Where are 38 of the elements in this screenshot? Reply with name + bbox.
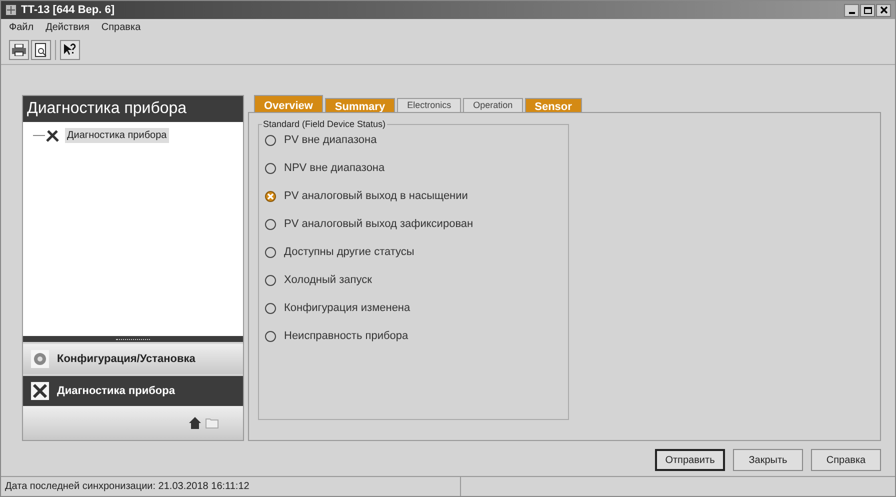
tools-icon <box>31 382 49 400</box>
minimize-button[interactable] <box>844 4 859 16</box>
help-button[interactable] <box>60 40 80 60</box>
close-icon <box>880 6 888 14</box>
home-icon[interactable] <box>189 417 201 429</box>
status-text: Дата последней синхронизации: 21.03.2018 16:11:12 <box>1 477 461 496</box>
pointer-help-icon <box>63 42 77 56</box>
window-title: TT-13 [644 Вер. 6] <box>21 2 115 18</box>
status-label: PV аналоговый выход в насыщении <box>284 188 468 204</box>
close-button[interactable] <box>876 4 891 16</box>
printer-icon <box>12 44 26 56</box>
dialog-button[interactable]: Отправить <box>655 449 725 471</box>
status-label: Холодный запуск <box>284 272 372 288</box>
status-label: Доступны другие статусы <box>284 244 414 260</box>
status-label: NPV вне диапазона <box>284 160 385 176</box>
maximize-button[interactable] <box>860 4 875 16</box>
dialog-button[interactable]: Справка <box>811 449 881 471</box>
app-icon <box>5 4 17 16</box>
tools-icon <box>45 128 61 142</box>
dialog-button[interactable]: Закрыть <box>733 449 803 471</box>
navigator-title: Диагностика прибора <box>23 96 243 122</box>
status-label: PV аналоговый выход зафиксирован <box>284 216 474 232</box>
gear-icon <box>31 350 49 368</box>
status-label: Неисправность прибора <box>284 328 408 344</box>
nav-section-button[interactable]: Диагностика прибора <box>23 376 243 406</box>
preview-icon <box>35 42 47 56</box>
tab[interactable]: Electronics <box>397 98 462 112</box>
print-button[interactable] <box>9 40 29 60</box>
status-label: Конфигурация изменена <box>284 300 410 316</box>
tree-item[interactable]: Диагностика прибора <box>65 128 169 143</box>
menu-item[interactable]: Файл <box>9 20 34 34</box>
group-title: Standard (Field Device Status) <box>262 118 387 130</box>
menu-item[interactable]: Действия <box>46 20 90 34</box>
print-preview-button[interactable] <box>31 40 51 60</box>
menu-item[interactable]: Справка <box>101 20 141 34</box>
status-label: PV вне диапазона <box>284 132 377 148</box>
nav-section-button[interactable]: Конфигурация/Установка <box>23 344 243 374</box>
tab[interactable]: Operation <box>463 98 523 112</box>
